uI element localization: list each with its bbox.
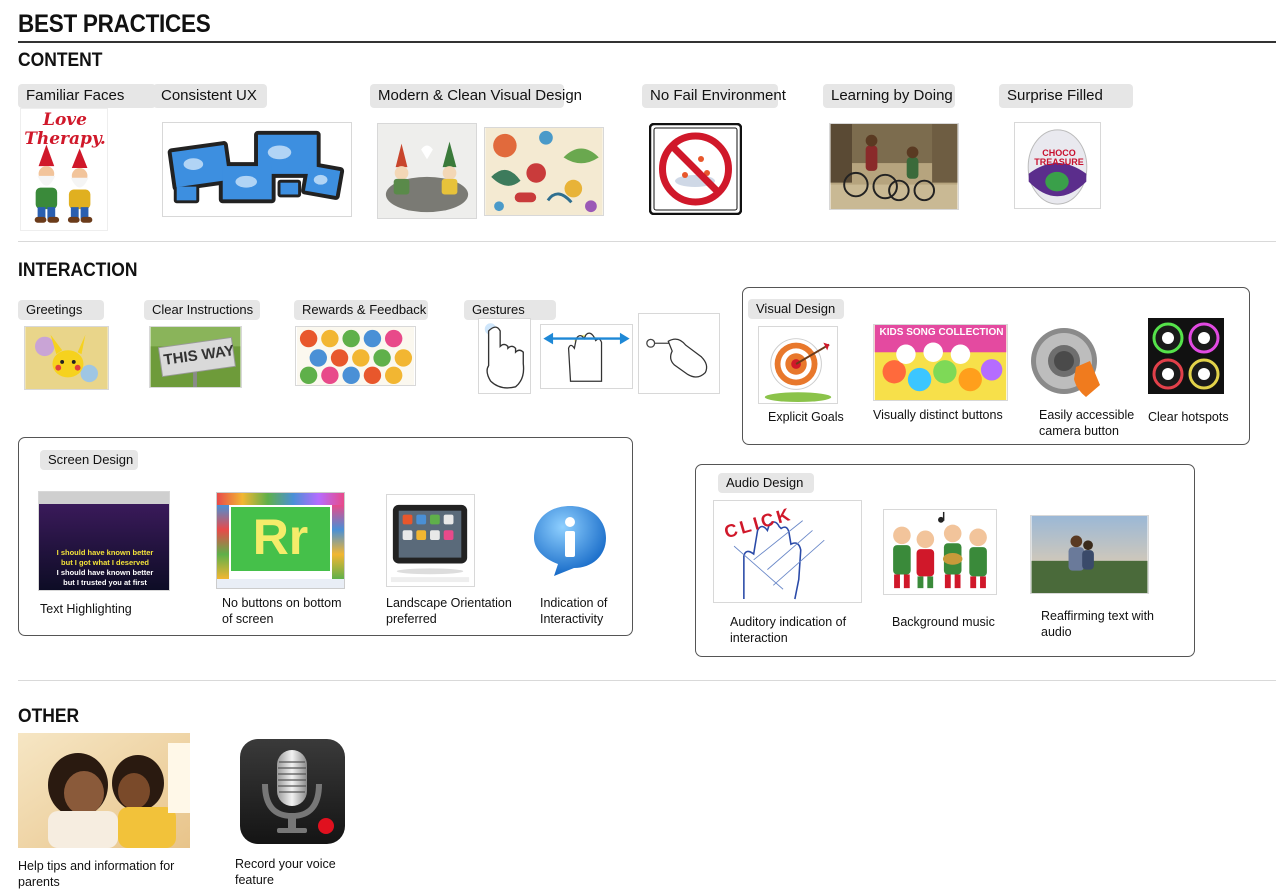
parent-help-caption: Help tips and information for parents: [18, 859, 175, 889]
title-rule: [18, 41, 1276, 43]
clear-hotspots-caption: Clear hotspots: [1148, 410, 1229, 424]
background-music-image: [883, 509, 997, 595]
tag-rewards-feedback: Rewards & Feedback: [294, 300, 428, 320]
interactivity-caption: Indication of Interactivity: [540, 596, 608, 626]
tag-audio-design: Audio Design: [718, 473, 814, 493]
interaction-divider: [18, 680, 1276, 681]
familiar-faces-image: Love Therapy.: [20, 108, 108, 231]
tag-no-fail-environment: No Fail Environment: [642, 84, 786, 108]
explicit-goals-image: [758, 326, 838, 404]
gesture-tap-image: [478, 318, 531, 394]
no-fail-sign-image: [648, 122, 743, 216]
interaction-heading: INTERACTION: [18, 260, 138, 281]
explicit-goals-caption: Explicit Goals: [768, 410, 844, 424]
gesture-drag-image: [638, 313, 720, 394]
kids-song-collection-text: KIDS SONG COLLECTION: [879, 327, 1004, 338]
tag-screen-design: Screen Design: [40, 450, 138, 470]
text-highlighting-caption: Text Highlighting: [40, 602, 132, 616]
tag-clear-instructions: Clear Instructions: [144, 300, 260, 320]
landscape-caption: Landscape Orientation preferred: [386, 596, 512, 626]
lyric-line-4: but I trusted you at first: [63, 578, 147, 587]
tag-gestures: Gestures: [464, 300, 556, 320]
lyric-line-3: I should have known better: [56, 568, 154, 577]
greetings-image: [24, 326, 109, 390]
choco-treasure-text: CHOCO TREASURE: [1034, 148, 1084, 167]
tag-surprise-filled: Surprise Filled: [999, 84, 1133, 108]
lyric-line-2: but I got what I deserved: [61, 558, 149, 567]
tag-consistent-ux: Consistent UX: [153, 84, 267, 108]
page-title: BEST PRACTICES: [18, 10, 211, 38]
click-hand-image: CLICK: [713, 500, 862, 603]
tag-familiar-faces: Familiar Faces: [18, 84, 156, 108]
no-bottom-buttons-image: Rr: [216, 492, 345, 589]
camera-button-image: [1030, 327, 1104, 399]
other-heading: OTHER: [18, 706, 80, 727]
letter-rr-text: Rr: [252, 509, 309, 565]
reaffirming-text-caption: Reaffirming text with audio: [1041, 609, 1155, 639]
microphone-app-icon: [239, 738, 346, 845]
info-bubble-icon: [530, 500, 610, 578]
landscape-tablet-image: [386, 494, 475, 587]
learning-by-doing-image: [829, 123, 959, 210]
gesture-swipe-image: [540, 324, 633, 389]
modern-design-gnomes-image: [377, 123, 477, 219]
tag-learning-by-doing: Learning by Doing: [823, 84, 955, 108]
tag-visual-design: Visual Design: [748, 299, 844, 319]
text-highlighting-image: I should have known better but I got wha…: [38, 491, 170, 591]
clear-instructions-image: THIS WAY: [149, 326, 242, 388]
clear-hotspots-image: [1148, 318, 1224, 394]
visually-distinct-buttons-caption: Visually distinct buttons: [873, 408, 1003, 422]
record-voice-caption: Record your voice feature: [235, 857, 336, 887]
visually-distinct-buttons-image: KIDS SONG COLLECTION: [873, 324, 1008, 401]
parent-help-image: [18, 733, 190, 848]
content-divider: [18, 241, 1276, 242]
lyric-line-1: I should have known better: [56, 548, 154, 557]
no-bottom-buttons-caption: No buttons on bottom of screen: [222, 596, 342, 626]
background-music-caption: Background music: [892, 615, 995, 629]
tag-greetings: Greetings: [18, 300, 104, 320]
modern-design-pattern-image: [484, 127, 604, 216]
consistent-ux-devices-image: [162, 122, 352, 217]
tag-modern-visual-design: Modern & Clean Visual Design: [370, 84, 582, 108]
auditory-indication-caption: Auditory indication of interaction: [730, 615, 847, 645]
camera-button-caption: Easily accessible camera button: [1039, 408, 1135, 438]
surprise-egg-image: CHOCO TREASURE: [1014, 122, 1101, 209]
rewards-stickers-image: [295, 326, 416, 386]
content-heading: CONTENT: [18, 50, 103, 71]
reaffirming-text-image: [1030, 515, 1149, 594]
